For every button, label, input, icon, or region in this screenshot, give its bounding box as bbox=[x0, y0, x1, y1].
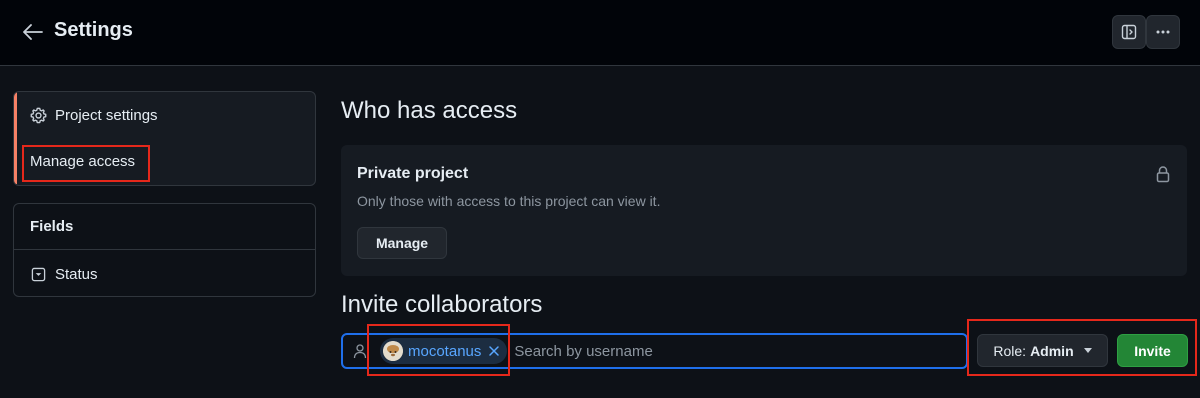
invite-collaborators-heading: Invite collaborators bbox=[341, 291, 543, 318]
fields-title: Fields bbox=[14, 204, 315, 250]
person-icon bbox=[353, 344, 367, 359]
field-label: Status bbox=[55, 265, 98, 283]
visibility-title: Private project bbox=[357, 165, 469, 182]
avatar bbox=[383, 341, 403, 361]
active-indicator bbox=[14, 138, 17, 184]
sidebar-item-label: Manage access bbox=[30, 152, 136, 170]
role-dropdown[interactable]: Role: Admin bbox=[977, 334, 1108, 367]
single-select-icon bbox=[31, 267, 46, 281]
active-indicator bbox=[14, 92, 17, 138]
sidebar-item-label: Project settings bbox=[55, 106, 158, 124]
kebab-horizontal-icon bbox=[1156, 30, 1170, 34]
avatar-image bbox=[383, 341, 403, 361]
who-has-access-heading: Who has access bbox=[341, 97, 518, 124]
manage-visibility-button[interactable]: Manage bbox=[357, 227, 447, 259]
close-icon[interactable] bbox=[488, 345, 500, 357]
gear-icon bbox=[30, 107, 47, 123]
sidebar-item-manage-access[interactable]: Manage access bbox=[14, 138, 315, 184]
toggle-sidebar-button[interactable] bbox=[1112, 15, 1146, 49]
arrow-left-icon bbox=[23, 24, 43, 40]
settings-sidebar: Project settings Manage access bbox=[13, 91, 316, 186]
chevron-down-icon bbox=[1083, 348, 1092, 353]
selected-user-token: mocotanus bbox=[380, 338, 508, 364]
fields-panel: Fields Status bbox=[13, 203, 316, 297]
role-value: Admin bbox=[1030, 342, 1074, 359]
invite-button[interactable]: Invite bbox=[1117, 334, 1188, 367]
invite-search-field[interactable]: mocotanus bbox=[341, 333, 968, 369]
back-button[interactable] bbox=[20, 19, 46, 45]
sidebar-item-project-settings[interactable]: Project settings bbox=[14, 92, 315, 138]
top-bar: Settings bbox=[0, 0, 1200, 66]
page-title: Settings bbox=[54, 19, 133, 41]
role-prefix: Role: bbox=[993, 342, 1027, 359]
username-search-input[interactable] bbox=[514, 336, 966, 366]
visibility-card: Private project Only those with access t… bbox=[341, 145, 1187, 276]
selected-username: mocotanus bbox=[408, 342, 482, 360]
sidebar-expand-icon bbox=[1121, 24, 1137, 40]
more-options-button[interactable] bbox=[1146, 15, 1180, 49]
lock-icon bbox=[1156, 166, 1170, 183]
sidebar-item-status-field[interactable]: Status bbox=[14, 251, 315, 297]
visibility-description: Only those with access to this project c… bbox=[357, 193, 661, 209]
